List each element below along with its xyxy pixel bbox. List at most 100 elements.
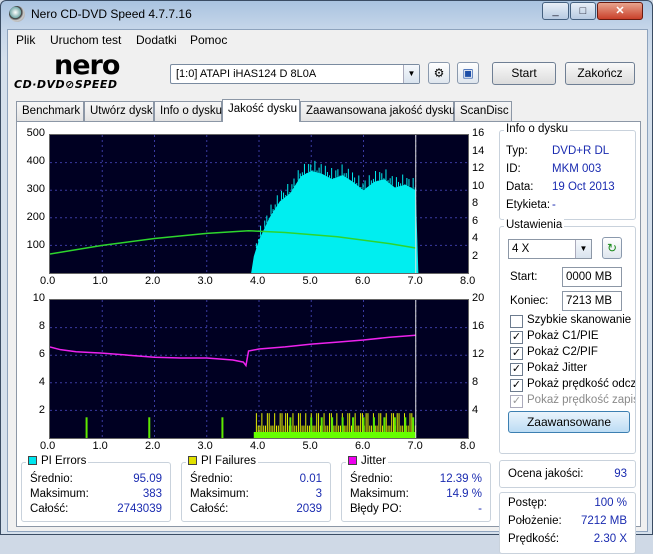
y-right-tick-label: 2 xyxy=(472,249,479,262)
tag-label: Etykieta: xyxy=(506,199,551,211)
menu-pomoc[interactable]: Pomoc xyxy=(190,33,227,47)
minimize-button[interactable]: _ xyxy=(542,2,569,20)
y-right-tick-label: 14 xyxy=(472,144,485,157)
type-label: Typ: xyxy=(506,145,528,157)
tab-disc-info[interactable]: Info o dysku xyxy=(154,101,222,121)
tab-create-disc[interactable]: Utwórz dysk xyxy=(84,101,154,121)
checkbox-label-0: Szybkie skanowanie xyxy=(527,314,632,326)
x-tick-label: 2.0 xyxy=(145,275,161,287)
x-tick-label: 0.0 xyxy=(40,440,56,452)
pif-avg-label: Średnio: xyxy=(190,473,233,485)
checkbox-4[interactable]: ✓ xyxy=(510,379,523,392)
y-right-tick-label: 6 xyxy=(472,214,479,227)
y-right-tick-label: 16 xyxy=(472,127,485,139)
y-right-tick-label: 20 xyxy=(472,292,485,304)
app-window: Nero CD-DVD Speed 4.7.7.16 _ □ ✕ Plik Ur… xyxy=(0,0,653,554)
start-button[interactable]: Start xyxy=(492,62,556,85)
y-left-tick-label: 6 xyxy=(38,348,45,360)
jitter-title: Jitter xyxy=(346,455,388,467)
x-tick-label: 8.0 xyxy=(460,440,476,452)
position-label: Położenie: xyxy=(508,515,562,527)
pif-total-value: 2039 xyxy=(296,503,322,515)
speed-select[interactable]: 4 X ▼ xyxy=(508,239,592,259)
checkbox-label-3: Pokaż Jitter xyxy=(527,362,588,374)
chevron-down-icon[interactable]: ▼ xyxy=(403,65,419,83)
y-left-tick-label: 10 xyxy=(32,292,45,304)
logo-nero-text: nero xyxy=(54,50,120,81)
checkbox-5: ✓ xyxy=(510,395,523,408)
checkbox-3[interactable]: ✓ xyxy=(510,363,523,376)
close-button[interactable]: ✕ xyxy=(597,2,643,20)
title-bar[interactable]: Nero CD-DVD Speed 4.7.7.16 _ □ ✕ xyxy=(1,1,652,27)
client-area: Plik Uruchom test Dodatki Pomoc nero CD·… xyxy=(7,29,648,554)
quality-score-label: Ocena jakości: xyxy=(508,468,584,480)
logo-speed-text: CD·DVD⊘SPEED xyxy=(14,78,118,91)
checkbox-2[interactable]: ✓ xyxy=(510,347,523,360)
y-left-tick-label: 8 xyxy=(38,320,45,332)
start-field[interactable]: 0000 MB xyxy=(562,267,622,287)
pie-chart-svg xyxy=(49,135,468,273)
progress-value: 100 % xyxy=(594,497,627,509)
checkbox-label-5: Pokaż prędkość zapisu xyxy=(527,394,635,406)
menu-bar: Plik Uruchom test Dodatki Pomoc xyxy=(8,30,647,50)
drive-select-value: [1:0] ATAPI iHAS124 D 8L0A xyxy=(176,68,317,80)
x-tick-label: 1.0 xyxy=(92,275,108,287)
checkbox-1[interactable]: ✓ xyxy=(510,331,523,344)
tab-advanced-quality[interactable]: Zaawansowana jakość dysku xyxy=(300,101,456,121)
x-tick-label: 3.0 xyxy=(197,275,213,287)
y-left-tick-label: 2 xyxy=(38,404,45,416)
jitter-max-value: 14.9 % xyxy=(446,488,482,500)
y-right-tick-label: 12 xyxy=(472,162,485,174)
app-icon xyxy=(9,6,25,22)
pie-avg-value: 95.09 xyxy=(133,473,162,485)
pi-failures-group: PI Failures Średnio: 0.01 Maksimum: 3 Ca… xyxy=(181,455,331,522)
y-right-tick-label: 8 xyxy=(472,376,479,388)
progress-label: Postęp: xyxy=(508,497,547,509)
drive-select[interactable]: [1:0] ATAPI iHAS124 D 8L0A ▼ xyxy=(170,64,420,84)
y-left-tick-label: 4 xyxy=(38,376,45,388)
y-left-tick-label: 400 xyxy=(26,155,45,167)
pi-failures-title: PI Failures xyxy=(186,455,258,467)
maximize-button[interactable]: □ xyxy=(570,2,596,20)
x-tick-label: 1.0 xyxy=(92,440,108,452)
tab-benchmark[interactable]: Benchmark xyxy=(16,101,84,121)
menu-dodatki[interactable]: Dodatki xyxy=(136,33,177,47)
end-field[interactable]: 7213 MB xyxy=(562,291,622,311)
pie-total-label: Całość: xyxy=(30,503,69,515)
eject-icon[interactable]: ⚙ xyxy=(428,62,450,84)
tab-disc-quality[interactable]: Jakość dysku xyxy=(222,99,300,122)
tab-scandisc[interactable]: ScanDisc xyxy=(454,101,512,121)
jitter-swatch xyxy=(348,456,357,465)
checkbox-label-4: Pokaż prędkość odczytu xyxy=(527,378,635,390)
x-tick-label: 2.0 xyxy=(145,440,161,452)
y-right-tick-label: 12 xyxy=(472,348,485,360)
speed-select-value: 4 X xyxy=(512,243,530,255)
end-button[interactable]: Zakończ xyxy=(565,62,635,85)
y-left-tick-label: 200 xyxy=(26,211,45,223)
jitter-title-text: Jitter xyxy=(361,455,386,467)
pi-errors-title: PI Errors xyxy=(26,455,89,467)
x-tick-label: 7.0 xyxy=(407,275,423,287)
disc-info-group: Info o dysku Typ: DVD+R DL ID: MKM 003 D… xyxy=(499,123,636,220)
x-tick-label: 3.0 xyxy=(197,440,213,452)
x-tick-label: 7.0 xyxy=(407,440,423,452)
quality-score-value: 93 xyxy=(614,468,627,480)
refresh-icon[interactable]: ↻ xyxy=(602,237,622,259)
x-tick-label: 5.0 xyxy=(302,275,318,287)
pif-jitter-chart-svg xyxy=(49,300,468,438)
save-icon[interactable]: ▣ xyxy=(457,62,479,84)
quality-score-group: Ocena jakości: 93 xyxy=(499,460,636,488)
menu-plik[interactable]: Plik xyxy=(16,33,35,47)
checkbox-0[interactable] xyxy=(510,315,523,328)
x-tick-label: 0.0 xyxy=(40,275,56,287)
menu-uruchom-test[interactable]: Uruchom test xyxy=(50,33,121,47)
advanced-button[interactable]: Zaawansowane xyxy=(508,411,630,433)
checkbox-label-2: Pokaż C2/PIF xyxy=(527,346,598,358)
pi-errors-group: PI Errors Średnio: 95.09 Maksimum: 383 C… xyxy=(21,455,171,522)
pi-failures-swatch xyxy=(188,456,197,465)
po-errors-value: - xyxy=(478,503,482,515)
y-right-tick-label: 10 xyxy=(472,179,485,192)
y-left-tick-label: 500 xyxy=(26,127,45,139)
pif-avg-value: 0.01 xyxy=(299,473,322,485)
chevron-down-icon[interactable]: ▼ xyxy=(575,240,591,258)
